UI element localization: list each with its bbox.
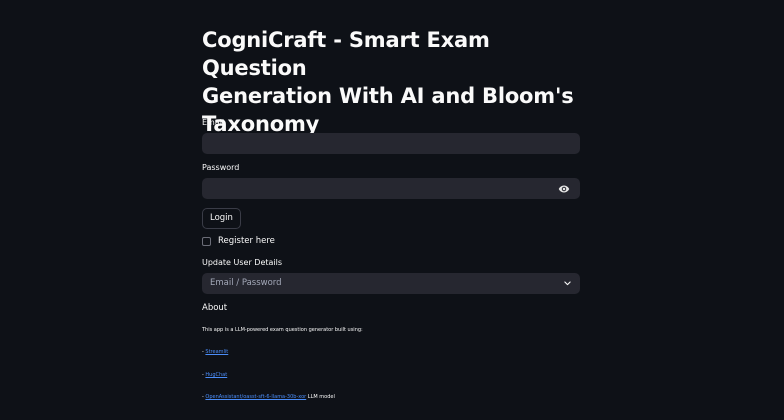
password-label: Password <box>202 163 240 172</box>
update-details-selected-value: Email / Password <box>210 278 282 288</box>
register-checkbox-row[interactable]: Register here <box>202 236 275 246</box>
llm-model-link[interactable]: OpenAssistant/oasst-sft-6-llama-30b-xor <box>205 394 306 400</box>
password-field-wrap <box>202 178 580 202</box>
hugchat-link[interactable]: HugChat <box>205 372 227 378</box>
chevron-down-icon <box>564 281 571 286</box>
app-page: CogniCraft - Smart Exam Question Generat… <box>0 0 784 420</box>
email-label: Email <box>202 118 225 127</box>
password-field[interactable] <box>202 180 580 202</box>
email-field[interactable] <box>202 135 580 157</box>
about-description: This app is a LLM-powered exam question … <box>202 327 363 333</box>
about-link-item-1: - Streamlit <box>202 349 228 355</box>
register-checkbox-label: Register here <box>218 236 275 246</box>
streamlit-link[interactable]: Streamlit <box>205 349 228 355</box>
update-details-group: Update User Details Email / Password <box>202 258 580 294</box>
page-title-line-2: Generation With AI and Bloom's <box>202 84 574 108</box>
page-title-line-1: CogniCraft - Smart Exam Question <box>202 28 490 80</box>
about-link-item-2: - HugChat <box>202 372 227 378</box>
email-group: Email <box>202 118 580 157</box>
update-details-select[interactable]: Email / Password <box>202 273 580 294</box>
register-checkbox[interactable] <box>202 236 211 246</box>
about-link-suffix: LLM model <box>306 394 335 400</box>
about-link-item-3: - OpenAssistant/oasst-sft-6-llama-30b-xo… <box>202 394 335 400</box>
about-heading: About <box>202 303 228 313</box>
password-group: Password <box>202 163 580 202</box>
login-button[interactable]: Login <box>202 208 241 229</box>
eye-icon[interactable] <box>558 183 570 195</box>
email-field-wrap <box>202 133 580 157</box>
update-details-label: Update User Details <box>202 258 283 267</box>
login-group: Login <box>202 205 241 229</box>
